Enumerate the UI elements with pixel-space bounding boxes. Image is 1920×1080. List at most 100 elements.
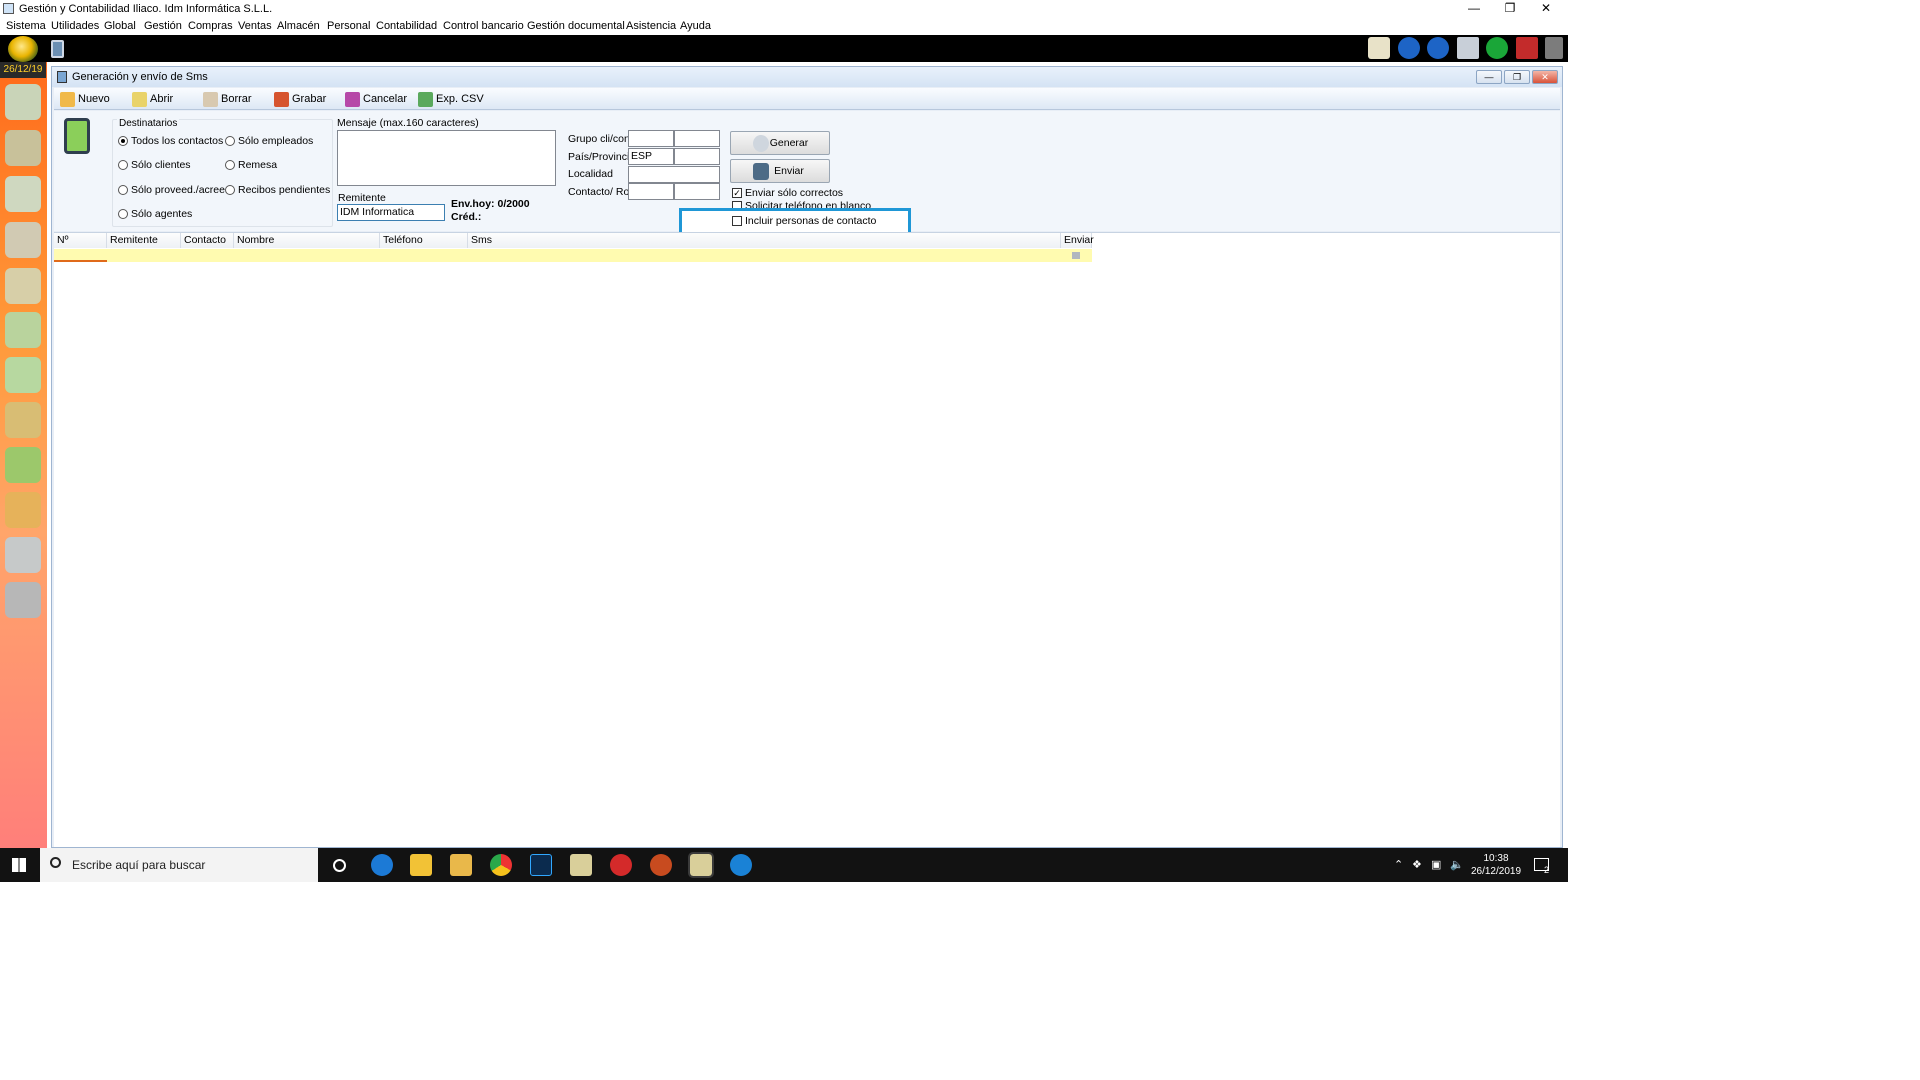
abrir-button[interactable]: Abrir: [132, 91, 173, 108]
check-incluir-personas-contacto[interactable]: Incluir personas de contacto: [732, 215, 876, 227]
col-remitente[interactable]: Remitente: [107, 233, 181, 248]
sms-window-icon[interactable]: [51, 40, 64, 58]
menu-ayuda[interactable]: Ayuda: [680, 20, 711, 32]
grupo-input-2[interactable]: [674, 130, 720, 147]
remitente-input[interactable]: IDM Informatica: [337, 204, 445, 221]
ledger-icon[interactable]: [5, 537, 41, 573]
network-icon[interactable]: ▣: [1431, 858, 1441, 871]
dx-app-icon[interactable]: [610, 854, 632, 876]
child-restore-icon[interactable]: ❐: [1504, 70, 1530, 84]
green-box-icon[interactable]: [5, 447, 41, 483]
dropbox-icon[interactable]: ❖: [1412, 858, 1422, 871]
child-close-icon[interactable]: ✕: [1532, 70, 1558, 84]
enviar-button[interactable]: Enviar: [730, 159, 830, 183]
menu-ventas[interactable]: Ventas: [238, 20, 272, 32]
col-sms[interactable]: Sms: [468, 233, 1061, 248]
menu-gestion[interactable]: Gestión: [144, 20, 182, 32]
photoshop-icon[interactable]: [530, 854, 552, 876]
forward-arrow-icon[interactable]: [1427, 37, 1449, 59]
menu-almacen[interactable]: Almacén: [277, 20, 320, 32]
selected-cell[interactable]: [54, 249, 107, 262]
app-orb-icon[interactable]: [8, 36, 38, 62]
remitente-value: IDM Informatica: [340, 206, 415, 218]
menu-gestion-documental[interactable]: Gestión documental: [527, 20, 625, 32]
generar-button[interactable]: Generar: [730, 131, 830, 155]
purchase-p-icon[interactable]: [5, 312, 41, 348]
radio-recibos-pendientes[interactable]: Recibos pendientes: [225, 184, 330, 196]
col-telefono[interactable]: Teléfono: [380, 233, 468, 248]
contacto-input[interactable]: [628, 183, 674, 200]
chrome-icon[interactable]: [490, 854, 512, 876]
menu-utilidades[interactable]: Utilidades: [51, 20, 99, 32]
check-enviar-correctos[interactable]: ✓ Enviar sólo correctos: [732, 187, 843, 199]
minimize-icon[interactable]: —: [1456, 0, 1492, 18]
sms-grid: Nº Remitente Contacto Nombre Teléfono Sm…: [54, 232, 1560, 847]
localidad-input[interactable]: [628, 166, 720, 183]
close-icon[interactable]: ✕: [1528, 0, 1564, 18]
menu-personal[interactable]: Personal: [327, 20, 370, 32]
mail-app-icon[interactable]: [410, 854, 432, 876]
provider-icon[interactable]: [5, 222, 41, 258]
exp-csv-button[interactable]: Exp. CSV: [418, 91, 484, 108]
nuevo-button[interactable]: Nuevo: [60, 91, 110, 108]
menu-compras[interactable]: Compras: [188, 20, 233, 32]
cancelar-button[interactable]: Cancelar: [345, 91, 407, 108]
menu-control-bancario[interactable]: Control bancario: [443, 20, 524, 32]
provincia-input[interactable]: [674, 148, 720, 165]
orange-box-icon[interactable]: [5, 492, 41, 528]
main-toolbar: [0, 35, 1568, 62]
red-app-icon[interactable]: [650, 854, 672, 876]
edge-icon[interactable]: [371, 854, 393, 876]
windows-start-icon[interactable]: [12, 858, 26, 872]
menu-sistema[interactable]: Sistema: [6, 20, 46, 32]
taskbar-search[interactable]: Escribe aquí para buscar: [40, 848, 318, 882]
menu-asistencia[interactable]: Asistencia: [626, 20, 676, 32]
table-row[interactable]: [54, 249, 1092, 262]
file-explorer-icon[interactable]: [450, 854, 472, 876]
radio-solo-empleados[interactable]: Sólo empleados: [225, 135, 313, 147]
exit-icon[interactable]: [1545, 37, 1563, 59]
new-doc-icon: [60, 92, 75, 107]
radio-remesa[interactable]: Remesa: [225, 159, 277, 171]
child-minimize-icon[interactable]: —: [1476, 70, 1502, 84]
col-nombre[interactable]: Nombre: [234, 233, 380, 248]
back-arrow-icon[interactable]: [1398, 37, 1420, 59]
cortana-icon[interactable]: [333, 859, 346, 872]
borrar-button[interactable]: Borrar: [203, 91, 252, 108]
radio-solo-proveed[interactable]: Sólo proveed./acreed.: [118, 184, 234, 196]
tray-chevron-icon[interactable]: ⌃: [1394, 858, 1403, 871]
radio-icon: [225, 160, 235, 170]
iliaco-active-icon[interactable]: [688, 852, 714, 878]
mail-icon[interactable]: [1368, 37, 1390, 59]
grabar-button[interactable]: Grabar: [274, 91, 326, 108]
row-enviar-checkbox[interactable]: [1072, 252, 1080, 259]
volume-icon[interactable]: 🔈: [1450, 858, 1464, 871]
disc-icon[interactable]: [5, 582, 41, 618]
iliaco-app-icon[interactable]: [570, 854, 592, 876]
radio-solo-agentes[interactable]: Sólo agentes: [118, 208, 192, 220]
radio-solo-clientes[interactable]: Sólo clientes: [118, 159, 191, 171]
invoice-f-icon[interactable]: [5, 357, 41, 393]
menu-global[interactable]: Global: [104, 20, 136, 32]
col-numero[interactable]: Nº: [54, 233, 107, 248]
restore-icon[interactable]: ❐: [1492, 0, 1528, 18]
rol-input[interactable]: [674, 183, 720, 200]
mensaje-textarea[interactable]: [337, 130, 556, 186]
help-icon[interactable]: [1486, 37, 1508, 59]
radio-todos-contactos[interactable]: Todos los contactos: [118, 135, 223, 147]
teamviewer-icon[interactable]: [730, 854, 752, 876]
close-window-icon[interactable]: [1516, 37, 1538, 59]
invoice-fc-icon[interactable]: [5, 402, 41, 438]
col-contacto[interactable]: Contacto: [181, 233, 234, 248]
grupo-input-1[interactable]: [628, 130, 674, 147]
agent-icon[interactable]: [5, 268, 41, 304]
pais-input[interactable]: ESP: [628, 148, 674, 165]
col-enviar[interactable]: Enviar: [1061, 233, 1094, 248]
menu-contabilidad[interactable]: Contabilidad: [376, 20, 437, 32]
borrar-label: Borrar: [221, 93, 252, 105]
client-icon[interactable]: [5, 176, 41, 212]
windows-list-icon[interactable]: [1457, 37, 1479, 59]
contacts-icon[interactable]: [5, 84, 41, 120]
taskbar-clock[interactable]: 10:38 26/12/2019: [1470, 852, 1522, 878]
articles-icon[interactable]: [5, 130, 41, 166]
